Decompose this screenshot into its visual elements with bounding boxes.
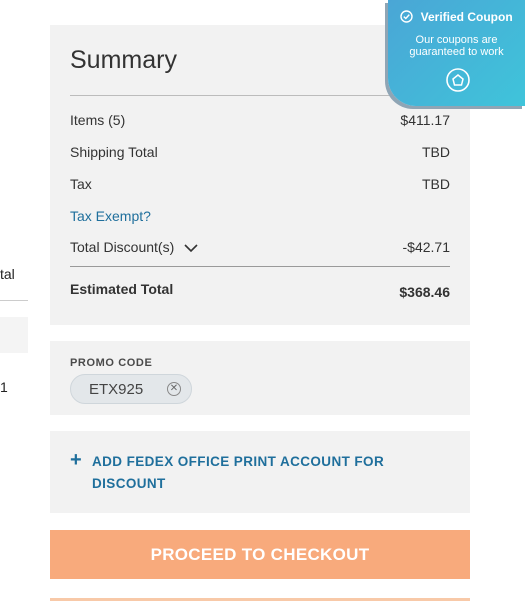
tax-value: TBD <box>422 176 450 192</box>
tax-exempt-row: Tax Exempt? <box>70 208 450 224</box>
promo-code-chip: ETX925 ✕ <box>70 374 192 404</box>
summary-title: Summary <box>70 46 177 74</box>
shipping-value: TBD <box>422 144 450 160</box>
items-row: Items (5) $411.17 <box>70 112 450 128</box>
discount-label[interactable]: Total Discount(s) <box>70 239 174 255</box>
discount-value: -$42.71 <box>402 239 450 255</box>
tax-label: Tax <box>70 176 92 192</box>
discount-row[interactable]: Total Discount(s) -$42.71 <box>70 239 450 256</box>
left-divider <box>0 300 28 301</box>
chevron-down-icon[interactable] <box>184 240 198 256</box>
fedex-account-panel: + ADD FEDEX OFFICE PRINT ACCOUNT FOR DIS… <box>50 431 470 513</box>
shipping-row: Shipping Total TBD <box>70 144 450 160</box>
left-column-label-fragment: tal <box>0 266 15 282</box>
estimated-total-value: $368.46 <box>399 284 450 300</box>
add-fedex-account-link[interactable]: ADD FEDEX OFFICE PRINT ACCOUNT FOR DISCO… <box>92 451 422 495</box>
left-column-value-fragment: 1 <box>0 379 8 395</box>
tax-exempt-link[interactable]: Tax Exempt? <box>70 208 151 224</box>
items-label: Items (5) <box>70 112 126 128</box>
verified-coupon-badge: Verified Coupon Our coupons are guarante… <box>388 0 525 106</box>
check-circle-icon <box>400 10 420 24</box>
promo-code-value: ETX925 <box>89 381 144 398</box>
tax-row: Tax TBD <box>70 176 450 192</box>
total-divider <box>70 266 450 267</box>
close-circle-icon[interactable]: ✕ <box>167 382 181 396</box>
promo-code-label: PROMO CODE <box>70 357 153 369</box>
coupon-logo-icon <box>446 68 470 92</box>
estimated-total-label: Estimated Total <box>70 281 174 297</box>
estimated-total-row: Estimated Total $368.46 <box>70 281 450 300</box>
left-column-row-fragment <box>0 317 28 353</box>
shipping-label: Shipping Total <box>70 144 158 160</box>
badge-subtitle: Our coupons are guaranteed to work <box>409 34 504 58</box>
items-value: $411.17 <box>400 112 450 128</box>
promo-code-panel: PROMO CODE ETX925 ✕ <box>50 341 470 415</box>
badge-title: Verified Coupon <box>420 10 513 24</box>
plus-icon[interactable]: + <box>70 449 82 471</box>
proceed-to-checkout-button[interactable]: PROCEED TO CHECKOUT <box>50 530 470 579</box>
